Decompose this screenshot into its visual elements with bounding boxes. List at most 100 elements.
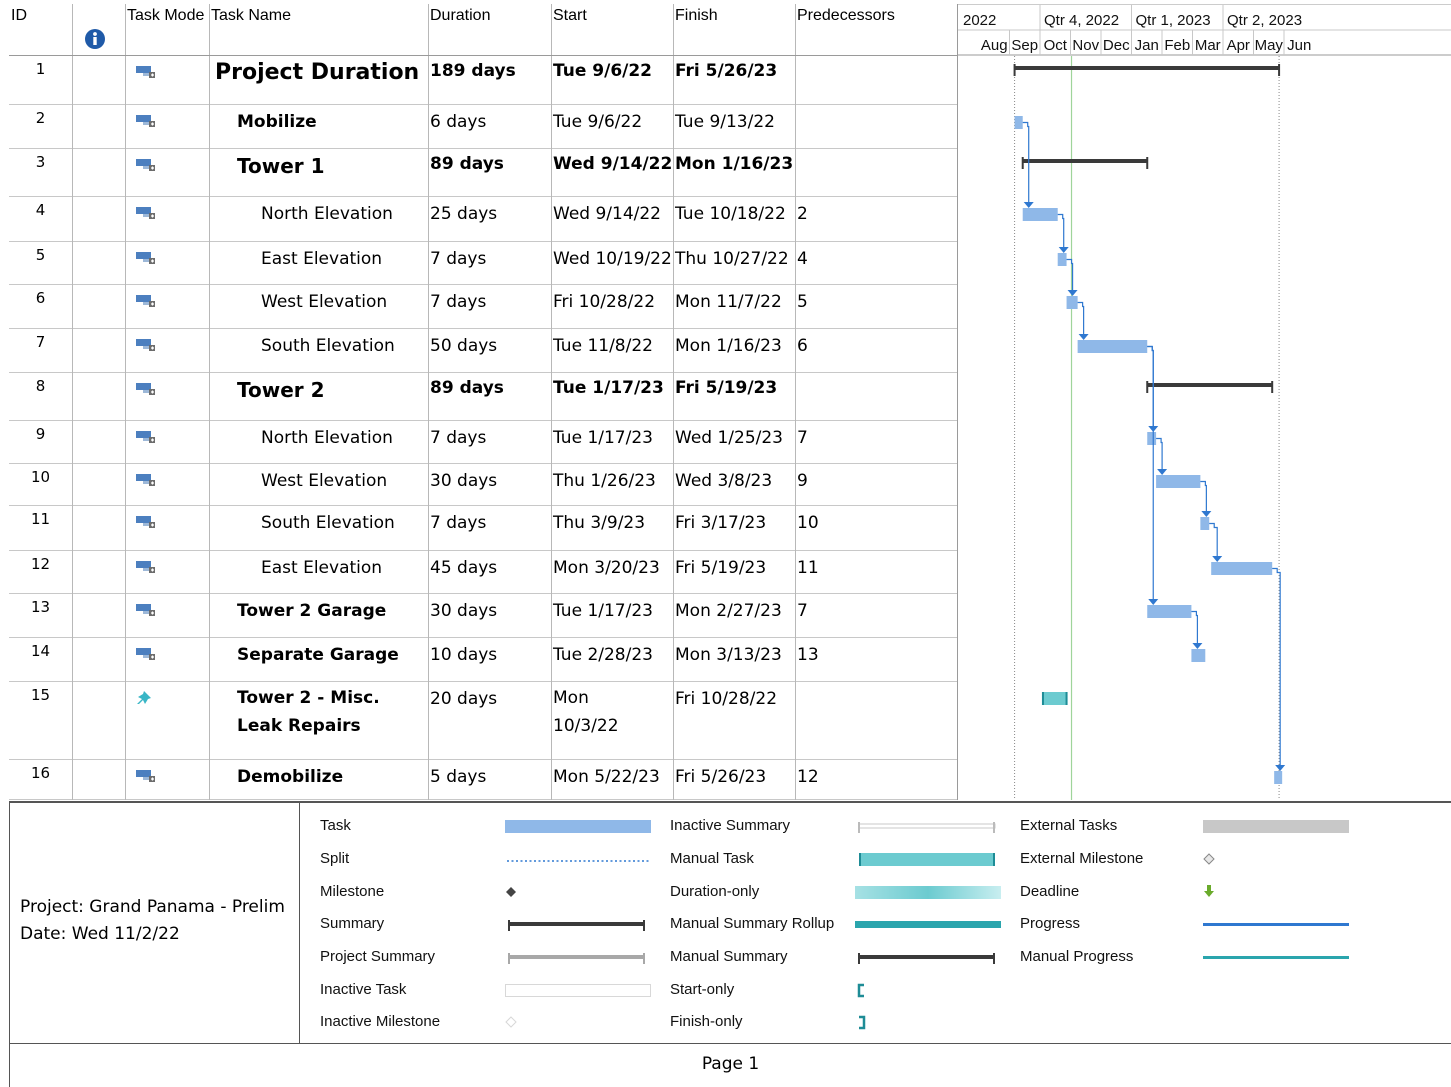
auto-schedule-icon[interactable] [135, 337, 157, 351]
task-start[interactable]: Tue 11/8/22 [551, 329, 673, 372]
task-row[interactable]: 10 West Elevation 30 days Thu 1/26/23 Wed 3/… [9, 464, 957, 506]
task-predecessors[interactable]: 5 [795, 285, 957, 328]
task-mode-cell[interactable] [125, 506, 209, 550]
task-start[interactable]: Tue 1/17/23 [551, 421, 673, 463]
task-row[interactable]: 14 Separate Garage 10 days Tue 2/28/23 Mon 3… [9, 638, 957, 682]
task-name[interactable]: East Elevation [209, 242, 428, 284]
task-id[interactable]: 8 [9, 373, 72, 420]
task-mode-cell[interactable] [125, 594, 209, 637]
task-id[interactable]: 2 [9, 105, 72, 148]
task-name[interactable]: West Elevation [209, 285, 428, 328]
task-duration[interactable]: 10 days [428, 638, 551, 681]
task-finish[interactable]: Mon 2/27/23 [673, 594, 795, 637]
task-mode-cell[interactable] [125, 421, 209, 463]
task-mode-cell[interactable] [125, 242, 209, 284]
task-id[interactable]: 9 [9, 421, 72, 463]
auto-schedule-icon[interactable] [135, 472, 157, 486]
task-row[interactable]: 16 Demobilize 5 days Mon 5/22/23 Fri 5/26/23… [9, 760, 957, 800]
auto-schedule-icon[interactable] [135, 768, 157, 782]
task-id[interactable]: 5 [9, 242, 72, 284]
task-duration[interactable]: 7 days [428, 242, 551, 284]
task-mode-cell[interactable] [125, 149, 209, 196]
task-row[interactable]: 11 South Elevation 7 days Thu 3/9/23 Fri 3/1… [9, 506, 957, 551]
task-row[interactable]: 15 Tower 2 - Misc. Leak Repairs 20 days Mon… [9, 682, 957, 760]
task-predecessors[interactable] [795, 105, 957, 148]
task-duration[interactable]: 89 days [428, 373, 551, 420]
task-row[interactable]: 6 West Elevation 7 days Fri 10/28/22 Mon 11/… [9, 285, 957, 329]
task-mode-cell[interactable] [125, 551, 209, 593]
task-id[interactable]: 6 [9, 285, 72, 328]
task-duration[interactable]: 50 days [428, 329, 551, 372]
task-mode-cell[interactable] [125, 105, 209, 148]
col-header-indicators[interactable] [72, 4, 125, 56]
task-finish[interactable]: Mon 1/16/23 [673, 149, 795, 196]
task-start[interactable]: Tue 1/17/23 [551, 373, 673, 420]
task-name[interactable]: West Elevation [209, 464, 428, 505]
task-name[interactable]: Demobilize [209, 760, 428, 799]
task-duration[interactable]: 89 days [428, 149, 551, 196]
task-name[interactable]: Tower 1 [209, 149, 428, 196]
task-row[interactable]: 7 South Elevation 50 days Tue 11/8/22 Mon 1/… [9, 329, 957, 373]
task-name[interactable]: East Elevation [209, 551, 428, 593]
task-row[interactable]: 12 East Elevation 45 days Mon 3/20/23 Fri 5/… [9, 551, 957, 594]
task-duration[interactable]: 189 days [428, 56, 551, 104]
task-name[interactable]: South Elevation [209, 506, 428, 550]
task-name[interactable]: Project Duration [209, 56, 428, 104]
column-divider[interactable] [673, 4, 674, 800]
task-finish[interactable]: Fri 5/26/23 [673, 760, 795, 799]
task-name[interactable]: North Elevation [209, 197, 428, 241]
task-predecessors[interactable] [795, 149, 957, 196]
task-id[interactable]: 1 [9, 56, 72, 104]
task-finish[interactable]: Wed 1/25/23 [673, 421, 795, 463]
task-start[interactable]: Wed 9/14/22 [551, 197, 673, 241]
task-duration[interactable]: 20 days [428, 682, 551, 759]
task-mode-cell[interactable] [125, 464, 209, 505]
auto-schedule-icon[interactable] [135, 293, 157, 307]
col-header-id[interactable]: ID [9, 4, 72, 56]
task-finish[interactable]: Tue 10/18/22 [673, 197, 795, 241]
auto-schedule-icon[interactable] [135, 381, 157, 395]
col-header-task-name[interactable]: Task Name [209, 4, 428, 56]
task-name[interactable]: Tower 2 Garage [209, 594, 428, 637]
col-header-start[interactable]: Start [551, 4, 673, 56]
task-start[interactable]: Tue 9/6/22 [551, 105, 673, 148]
task-start[interactable]: Fri 10/28/22 [551, 285, 673, 328]
column-divider[interactable] [72, 4, 73, 800]
task-start[interactable]: Wed 10/19/22 [551, 242, 673, 284]
task-id[interactable]: 14 [9, 638, 72, 681]
task-id[interactable]: 11 [9, 506, 72, 550]
auto-schedule-icon[interactable] [135, 157, 157, 171]
auto-schedule-icon[interactable] [135, 559, 157, 573]
task-name[interactable]: Mobilize [209, 105, 428, 148]
task-finish[interactable]: Fri 5/19/23 [673, 373, 795, 420]
task-row[interactable]: 5 East Elevation 7 days Wed 10/19/22 Thu 10/… [9, 242, 957, 285]
task-start[interactable]: Thu 1/26/23 [551, 464, 673, 505]
task-id[interactable]: 10 [9, 464, 72, 505]
auto-schedule-icon[interactable] [135, 64, 157, 78]
task-row[interactable]: 9 North Elevation 7 days Tue 1/17/23 Wed 1/2… [9, 421, 957, 464]
task-start[interactable]: Thu 3/9/23 [551, 506, 673, 550]
task-predecessors[interactable]: 6 [795, 329, 957, 372]
col-header-duration[interactable]: Duration [428, 4, 551, 56]
auto-schedule-icon[interactable] [135, 514, 157, 528]
task-predecessors[interactable]: 10 [795, 506, 957, 550]
task-row[interactable]: 1 Project Duration 189 days Tue 9/6/22 Fri 5… [9, 56, 957, 105]
task-predecessors[interactable] [795, 373, 957, 420]
task-predecessors[interactable]: 7 [795, 594, 957, 637]
task-duration[interactable]: 30 days [428, 594, 551, 637]
task-row[interactable]: 8 Tower 2 89 days Tue 1/17/23 Fri 5/19/23 [9, 373, 957, 421]
task-name[interactable]: Tower 2 - Misc. Leak Repairs [209, 682, 428, 759]
column-divider[interactable] [428, 4, 429, 800]
task-mode-cell[interactable] [125, 56, 209, 104]
task-row[interactable]: 2 Mobilize 6 days Tue 9/6/22 Tue 9/13/22 [9, 105, 957, 149]
task-start[interactable]: Mon 3/20/23 [551, 551, 673, 593]
auto-schedule-icon[interactable] [135, 429, 157, 443]
task-duration[interactable]: 6 days [428, 105, 551, 148]
task-duration[interactable]: 7 days [428, 421, 551, 463]
task-id[interactable]: 16 [9, 760, 72, 799]
task-name[interactable]: South Elevation [209, 329, 428, 372]
auto-schedule-icon[interactable] [135, 602, 157, 616]
col-header-predecessors[interactable]: Predecessors [795, 4, 957, 56]
task-predecessors[interactable] [795, 682, 957, 759]
task-start[interactable]: Tue 2/28/23 [551, 638, 673, 681]
